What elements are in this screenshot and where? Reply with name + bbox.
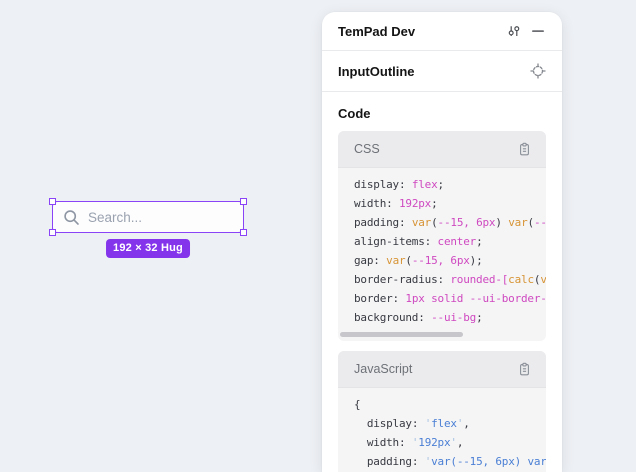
crosshair-target-icon [530,63,546,79]
code-section: Code CSS display: flex;width: 192px;padd… [322,106,562,472]
code-line: border-radius: rounded-[calc(v [354,270,546,289]
code-block-javascript: JavaScript { display: 'flex', width: '19… [338,351,546,472]
panel-header: TemPad Dev [322,12,562,51]
tempad-dev-panel: TemPad Dev InputOutline [322,12,562,472]
sliders-icon [506,23,522,39]
code-line: background: --ui-bg; [354,308,546,327]
selected-node-name: InputOutline [338,64,415,79]
search-input-component[interactable]: Search... [52,201,244,233]
copy-code-button[interactable] [512,137,536,161]
selected-node-row: InputOutline [322,51,562,92]
panel-title: TemPad Dev [338,24,415,39]
horizontal-scrollbar [338,332,546,341]
code-line: align-items: center; [354,232,546,251]
copy-code-button[interactable] [512,357,536,381]
code-blocks: CSS display: flex;width: 192px;padding: … [338,131,546,472]
copy-icon [517,142,532,157]
code-line: gap: var(--15, 6px); [354,251,546,270]
code-line: width: '192px', [354,433,546,452]
code-line: width: 192px; [354,194,546,213]
code-line: padding: 'var(--15, 6px) var [354,452,546,471]
locate-node-button[interactable] [526,59,550,83]
code-block-label: CSS [354,142,512,156]
minimize-button[interactable] [526,19,550,43]
copy-icon [517,362,532,377]
preferences-button[interactable] [502,19,526,43]
code-listing: display: flex;width: 192px;padding: var(… [338,168,546,332]
search-placeholder: Search... [88,210,142,225]
code-line: padding: var(--15, 6px) var(-- [354,213,546,232]
code-block-label: JavaScript [354,362,512,376]
code-block-header: CSS [338,131,546,168]
code-section-label: Code [338,106,546,121]
code-line: display: flex; [354,175,546,194]
code-line: border: 1px solid --ui-border- [354,289,546,308]
code-listing: { display: 'flex', width: '192px', paddi… [338,388,546,472]
code-line: display: 'flex', [354,414,546,433]
code-line: { [354,395,546,414]
scrollbar-thumb[interactable] [340,332,463,337]
code-block-css: CSS display: flex;width: 192px;padding: … [338,131,546,341]
minimize-icon [531,24,545,38]
dimension-badge: 192 × 32 Hug [106,239,190,258]
search-icon [63,209,80,226]
code-block-header: JavaScript [338,351,546,388]
